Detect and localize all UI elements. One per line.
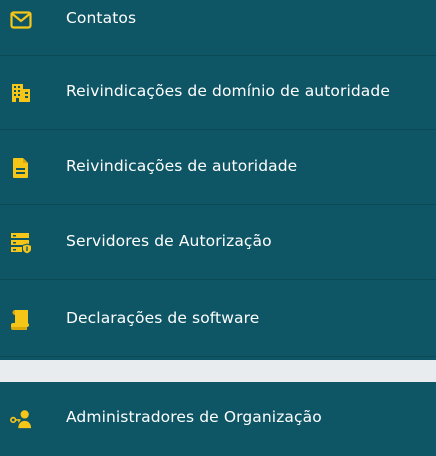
- menu-item-authority-domain-claims[interactable]: Reivindicações de domínio de autoridade: [0, 56, 436, 130]
- server-shield-icon: [10, 232, 32, 254]
- building-icon: [10, 82, 32, 104]
- menu-item-label: Servidores de Autorização: [66, 232, 272, 250]
- menu-item-organisation-administrators[interactable]: Administradores de Organização: [0, 382, 436, 456]
- menu-item-authorization-servers[interactable]: Servidores de Autorização: [0, 206, 436, 280]
- menu-item-label: Reivindicações de domínio de autoridade: [66, 82, 390, 100]
- document-icon: [10, 157, 32, 179]
- menu-item-label: Administradores de Organização: [66, 408, 322, 426]
- menu-item-authority-claims[interactable]: Reivindicações de autoridade: [0, 131, 436, 205]
- menu-item-label: Declarações de software: [66, 309, 260, 327]
- section-divider: [0, 360, 436, 382]
- scroll-icon: [10, 309, 32, 331]
- menu-item-label: Reivindicações de autoridade: [66, 157, 298, 175]
- envelope-icon: [10, 9, 32, 31]
- user-key-icon: [10, 408, 32, 430]
- menu-item-software-statements[interactable]: Declarações de software: [0, 283, 436, 357]
- menu-item-contatos[interactable]: Contatos: [0, 0, 436, 56]
- menu-item-label: Contatos: [66, 9, 137, 27]
